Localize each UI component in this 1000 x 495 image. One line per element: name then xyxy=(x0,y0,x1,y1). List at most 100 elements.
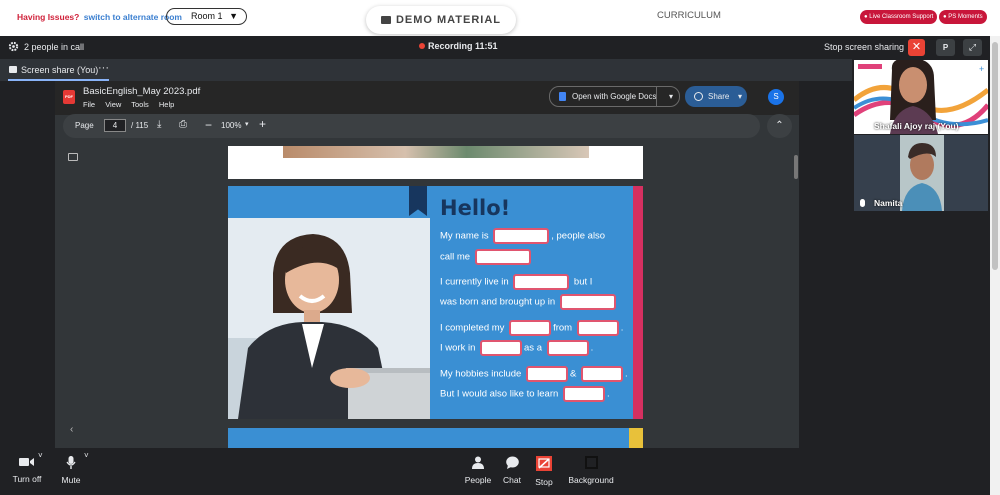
divider xyxy=(656,87,657,106)
download-icon[interactable]: ⤓ xyxy=(157,119,161,130)
pdf-icon: PDF xyxy=(63,90,75,104)
slide-text: was born and brought up in xyxy=(440,296,556,308)
chat-button[interactable]: Chat xyxy=(500,448,524,485)
slide-text: . xyxy=(590,342,594,354)
menu-tools[interactable]: Tools xyxy=(131,100,149,109)
ps-moments-button[interactable]: ● PS Moments xyxy=(939,10,987,24)
fill-in-blank[interactable] xyxy=(559,294,616,310)
slide-text: But I would also like to learn xyxy=(440,388,559,400)
pin-button[interactable]: P xyxy=(936,39,955,56)
mic-icon xyxy=(860,199,865,207)
mic-icon xyxy=(860,122,865,130)
pdf-scrollbar[interactable] xyxy=(794,155,798,179)
stop-label: Stop xyxy=(535,477,553,487)
participant-tiles: + Shafali Ajoy raj (You) Namita xyxy=(852,59,990,269)
slide-text: . xyxy=(620,322,624,334)
room-select[interactable]: Room 1 ▼ xyxy=(166,8,247,25)
slide-text: My hobbies include xyxy=(440,368,522,380)
pdf-filename: BasicEnglish_May 2023.pdf xyxy=(83,86,201,97)
fill-in-blank[interactable] xyxy=(525,366,568,382)
close-icon: ✕ xyxy=(911,41,922,53)
support-icon: ● xyxy=(864,14,868,20)
fill-in-blank[interactable] xyxy=(562,386,605,402)
zoom-in-icon[interactable]: + xyxy=(259,117,266,131)
fill-in-blank[interactable] xyxy=(509,320,552,336)
stop-sharing-button[interactable]: ✕ xyxy=(908,39,925,56)
chevron-left-icon[interactable]: ‹ xyxy=(70,424,73,435)
pdf-viewer: PDF BasicEnglish_May 2023.pdf File View … xyxy=(55,81,799,448)
account-avatar[interactable]: S xyxy=(768,89,784,105)
background-button[interactable]: Background xyxy=(564,448,618,485)
chevron-down-icon[interactable]: ▾ xyxy=(245,120,249,128)
share-button[interactable]: Share ▾ xyxy=(685,86,747,107)
stop-share-button[interactable]: Stop xyxy=(532,448,556,487)
chat-label: Chat xyxy=(503,475,521,485)
fill-in-blank[interactable] xyxy=(580,366,623,382)
recording-indicator: Recording 11:51 xyxy=(419,41,498,51)
fill-in-blank[interactable] xyxy=(480,340,523,356)
image-icon[interactable] xyxy=(68,153,78,161)
menu-view[interactable]: View xyxy=(105,100,121,109)
live-support-button[interactable]: ● Live Classroom Support xyxy=(860,10,938,24)
screen-share-tab[interactable]: Screen share (You) ··· xyxy=(0,59,852,81)
slide-text: , people also xyxy=(551,230,606,242)
chevron-down-icon[interactable]: ˅ xyxy=(38,451,43,460)
stop-sharing-label: Stop screen sharing xyxy=(824,42,905,52)
brand-logo xyxy=(858,64,882,69)
participant-name-text: Shafali Ajoy raj (You) xyxy=(874,121,959,131)
print-icon[interactable]: ⎙ xyxy=(179,119,187,130)
slide-line-3: I currently live in but I xyxy=(440,274,592,290)
gear-icon[interactable] xyxy=(8,41,19,52)
background-label: Background xyxy=(568,475,614,485)
chevron-down-icon[interactable]: ˅ xyxy=(84,451,89,460)
slide-line-7: My hobbies include & . xyxy=(440,366,628,382)
room-select-value: Room 1 xyxy=(191,11,223,21)
menu-file[interactable]: File xyxy=(83,100,95,109)
menu-help[interactable]: Help xyxy=(159,100,174,109)
page-total: / 115 xyxy=(131,121,149,130)
slide-heading: Hello! xyxy=(440,196,511,220)
fill-in-blank[interactable] xyxy=(576,320,619,336)
bookmark-ribbon xyxy=(409,186,427,216)
camera-label: Turn off xyxy=(12,474,42,484)
zoom-level[interactable]: 100% xyxy=(221,121,241,130)
fill-in-blank[interactable] xyxy=(474,249,531,265)
page-scrollbar[interactable] xyxy=(990,36,1000,495)
slide-line-6: I work in as a . xyxy=(440,340,593,356)
plus-icon: + xyxy=(979,64,984,74)
screen-share-label: Screen share (You) xyxy=(9,65,98,75)
slide-text: . xyxy=(606,388,610,400)
slide-text: but I xyxy=(571,276,593,288)
gold-accent xyxy=(629,428,643,448)
open-with-google-docs-button[interactable]: Open with Google Docs ▾ xyxy=(549,86,680,107)
chevron-down-icon[interactable]: ▾ xyxy=(738,86,742,107)
more-options-icon[interactable]: ··· xyxy=(98,62,109,74)
pdf-toolbar: Page 4 / 115 ⤓ ⎙ − 100% ▾ + xyxy=(63,114,760,138)
curriculum-tab[interactable]: CURRICULUM xyxy=(657,10,721,21)
slide-text: as a xyxy=(524,342,542,354)
fill-in-blank[interactable] xyxy=(546,340,589,356)
participant-tile[interactable]: + Shafali Ajoy raj (You) xyxy=(854,60,988,134)
slide-line-8: But I would also like to learn . xyxy=(440,386,610,402)
expand-icon[interactable]: ⤢ xyxy=(963,39,982,56)
previous-page-photo xyxy=(283,146,589,158)
demo-material-button[interactable]: DEMO MATERIAL xyxy=(366,6,516,34)
fill-in-blank[interactable] xyxy=(513,274,570,290)
people-count: 2 people in call xyxy=(24,42,85,52)
record-dot-icon xyxy=(419,43,425,49)
folder-icon xyxy=(380,16,391,24)
slide-text: I currently live in xyxy=(440,276,509,288)
demo-material-label: DEMO MATERIAL xyxy=(395,14,502,26)
people-button[interactable]: People xyxy=(462,448,494,485)
pdf-page: Hello! My name is , people also call me … xyxy=(228,186,643,419)
mute-button[interactable]: Mute xyxy=(58,448,84,485)
slide-line-4: was born and brought up in xyxy=(440,294,618,310)
chevron-down-icon[interactable]: ▾ xyxy=(669,87,673,106)
participant-name-text: Namita xyxy=(874,198,903,208)
zoom-out-icon[interactable]: − xyxy=(205,118,212,132)
fill-in-blank[interactable] xyxy=(493,228,550,244)
participant-tile[interactable]: Namita xyxy=(854,135,988,211)
scrollbar-thumb[interactable] xyxy=(992,42,998,270)
chevron-up-icon[interactable]: ⌃ xyxy=(767,114,792,138)
page-number-input[interactable]: 4 xyxy=(104,119,126,132)
